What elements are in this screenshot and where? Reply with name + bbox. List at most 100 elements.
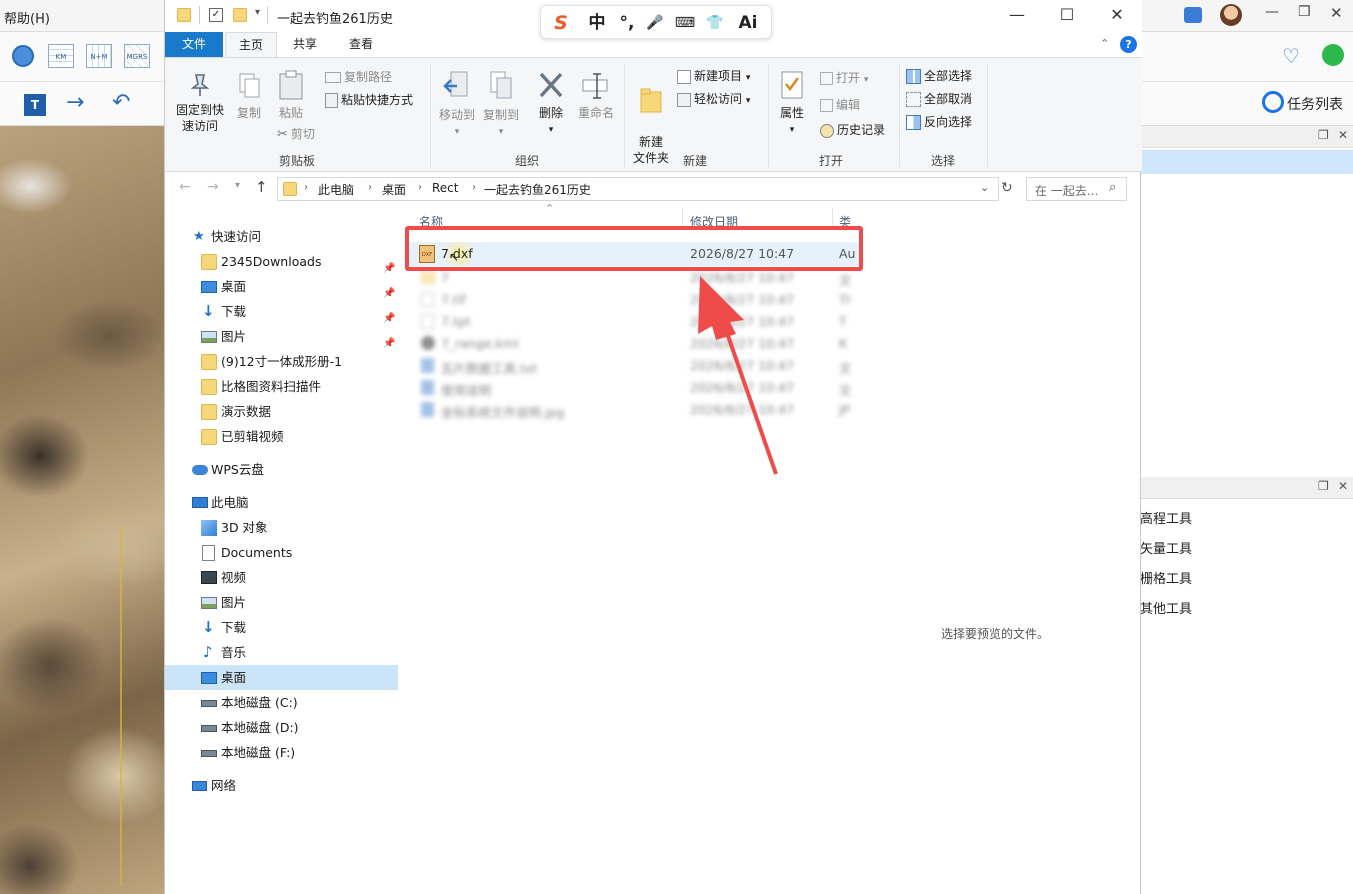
select-all-button[interactable]: 全部选择 <box>906 67 972 84</box>
nav-quick-item-folder[interactable]: 已剪辑视频 <box>165 424 398 449</box>
crumb-desktop[interactable]: 桌面 <box>382 181 406 198</box>
grid-nm-icon[interactable]: N+M <box>86 44 112 68</box>
tool-vector[interactable]: 矢量工具 <box>1140 538 1192 557</box>
text-tool-icon[interactable]: T <box>24 94 46 116</box>
file-row[interactable]: 瓦片数据工具.txt 2026/8/27 10:47 文 <box>409 355 859 377</box>
up-icon[interactable]: ↑ <box>255 178 268 196</box>
map-view[interactable] <box>0 126 165 894</box>
nav-pictures[interactable]: 图片 <box>165 590 398 615</box>
select-none-button[interactable]: 全部取消 <box>906 90 972 107</box>
search-input[interactable]: 在 一起去... ⌕ <box>1026 177 1127 201</box>
microphone-icon[interactable]: 🎤 <box>643 12 667 34</box>
nav-quick-item-desktop[interactable]: 桌面 📌 <box>165 274 398 299</box>
move-to-button[interactable]: 移动到 ▾ <box>435 70 479 137</box>
forward-icon[interactable]: → <box>207 179 219 195</box>
pin-quick-access-button[interactable]: 固定到快速访问 <box>169 72 231 134</box>
file-row[interactable]: 7_range.kml 2026/8/27 10:47 K <box>409 333 859 355</box>
sogou-logo-icon[interactable]: S <box>549 12 573 34</box>
collapse-ribbon-icon[interactable]: ⌃ <box>1100 37 1109 50</box>
nav-documents[interactable]: Documents <box>165 540 398 565</box>
nav-network[interactable]: 网络 <box>165 773 398 798</box>
tab-file[interactable]: 文件 <box>165 32 223 57</box>
file-row[interactable]: 7.tpt 2026/8/27 10:47 T <box>409 311 859 333</box>
nav-this-pc[interactable]: 此电脑 <box>165 490 398 515</box>
heart-icon[interactable]: ♡ <box>1282 44 1306 68</box>
panel-close-icon[interactable]: ✕ <box>1338 479 1348 493</box>
back-icon[interactable]: ← <box>179 179 191 195</box>
search-icon[interactable]: ⌕ <box>1109 180 1116 195</box>
tool-other[interactable]: 其他工具 <box>1140 598 1192 617</box>
panel-restore-icon[interactable]: ❐ <box>1318 128 1329 142</box>
nav-quick-item-folder[interactable]: (9)12寸一体成形册-1 <box>165 349 398 374</box>
grid-km-icon[interactable]: KM <box>48 44 74 68</box>
paste-button[interactable]: 粘贴 <box>271 70 311 121</box>
help-icon[interactable]: ? <box>1120 36 1137 53</box>
copy-path-button[interactable]: 复制路径 <box>325 68 392 85</box>
history-button[interactable]: 历史记录 <box>820 121 885 138</box>
crumb-this-pc[interactable]: 此电脑 <box>318 181 354 198</box>
nav-quick-item-pictures[interactable]: 图片 📌 <box>165 324 398 349</box>
bg-minimize-icon[interactable]: — <box>1265 4 1279 20</box>
tab-share[interactable]: 共享 <box>279 32 331 57</box>
nav-quick-item-folder[interactable]: 比格图资料扫描件 <box>165 374 398 399</box>
crumb-rect[interactable]: Rect <box>432 181 458 195</box>
recent-dropdown-icon[interactable]: ▾ <box>235 180 240 191</box>
keyboard-icon[interactable]: ⌨ <box>673 12 697 34</box>
ime-chinese-mode[interactable]: 中 <box>585 12 609 34</box>
ai-button[interactable]: Ai <box>735 12 761 34</box>
invert-selection-button[interactable]: 反向选择 <box>906 113 972 130</box>
delete-button[interactable]: 删除 ▾ <box>531 70 571 135</box>
tab-home[interactable]: 主页 <box>225 32 277 58</box>
nav-wps-cloud[interactable]: WPS云盘 <box>165 457 398 482</box>
refresh-icon[interactable]: ↻ <box>1001 180 1013 196</box>
panel-restore-icon[interactable]: ❐ <box>1318 479 1329 493</box>
curve-tool-icon[interactable]: ↶ <box>112 90 130 115</box>
panel-close-icon[interactable]: ✕ <box>1338 128 1348 142</box>
easy-access-button[interactable]: 轻松访问 ▾ <box>677 90 750 107</box>
new-item-button[interactable]: 新建项目 ▾ <box>677 67 750 84</box>
nav-quick-item-downloads[interactable]: ↓ 下载 📌 <box>165 299 398 324</box>
tool-elevation[interactable]: 高程工具 <box>1140 508 1192 527</box>
skin-shirt-icon[interactable]: 👕 <box>703 12 727 34</box>
file-row[interactable]: 坐标系统文件说明.jpg 2026/8/27 10:47 JP <box>409 399 859 421</box>
properties-qa-icon[interactable]: ✓ <box>209 8 223 22</box>
edit-button[interactable]: 编辑 <box>820 96 860 113</box>
menu-help[interactable]: 帮助(H) <box>4 8 50 27</box>
nav-music[interactable]: ♪ 音乐 <box>165 640 398 665</box>
minimize-button[interactable]: — <box>992 0 1042 32</box>
grid-mgrs-icon[interactable]: MGRS <box>124 44 150 68</box>
properties-button[interactable]: 属性 ▾ <box>772 70 812 135</box>
crumb-current-folder[interactable]: 一起去钓鱼261历史 <box>484 181 591 198</box>
nav-quick-access[interactable]: ★ 快速访问 <box>165 224 398 249</box>
nav-quick-item-2345downloads[interactable]: 2345Downloads 📌 <box>165 249 398 274</box>
bg-close-icon[interactable]: ✕ <box>1330 4 1343 22</box>
maximize-button[interactable]: ☐ <box>1042 0 1092 32</box>
nav-videos[interactable]: 视频 <box>165 565 398 590</box>
bg-restore-icon[interactable]: ❐ <box>1298 4 1311 20</box>
task-list-icon[interactable] <box>1262 91 1284 113</box>
file-row[interactable]: 7.tif 2026/8/27 10:47 TI <box>409 289 859 311</box>
nav-drive-f[interactable]: 本地磁盘 (F:) <box>165 740 398 765</box>
panel-selected-row[interactable] <box>1140 150 1353 174</box>
nav-downloads[interactable]: ↓ 下载 <box>165 615 398 640</box>
nav-drive-c[interactable]: 本地磁盘 (C:) <box>165 690 398 715</box>
new-folder-qa-icon[interactable] <box>233 8 247 22</box>
avatar[interactable] <box>1220 4 1242 26</box>
nav-drive-d[interactable]: 本地磁盘 (D:) <box>165 715 398 740</box>
nav-quick-item-folder[interactable]: 演示数据 <box>165 399 398 424</box>
arrow-tool-icon[interactable]: → <box>66 90 84 115</box>
address-bar[interactable]: › 此电脑 › 桌面 › Rect › 一起去钓鱼261历史 ⌄ <box>277 177 999 201</box>
qa-dropdown-icon[interactable]: ▾ <box>255 7 260 18</box>
copy-to-button[interactable]: 复制到 ▾ <box>479 70 523 137</box>
paste-shortcut-button[interactable]: 粘贴快捷方式 <box>325 91 413 108</box>
wechat-icon[interactable] <box>1322 44 1344 66</box>
close-button[interactable]: ✕ <box>1092 0 1142 32</box>
tool-raster[interactable]: 栅格工具 <box>1140 568 1192 587</box>
nav-desktop-selected[interactable]: 桌面 <box>165 665 398 690</box>
task-list-label[interactable]: 任务列表 <box>1287 94 1343 114</box>
file-row[interactable]: 使用说明 2026/8/27 10:47 文 <box>409 377 859 399</box>
nav-3d-objects[interactable]: 3D 对象 <box>165 515 398 540</box>
globe-icon[interactable] <box>12 45 34 67</box>
chat-icon[interactable] <box>1184 7 1202 23</box>
address-dropdown-icon[interactable]: ⌄ <box>980 181 989 194</box>
